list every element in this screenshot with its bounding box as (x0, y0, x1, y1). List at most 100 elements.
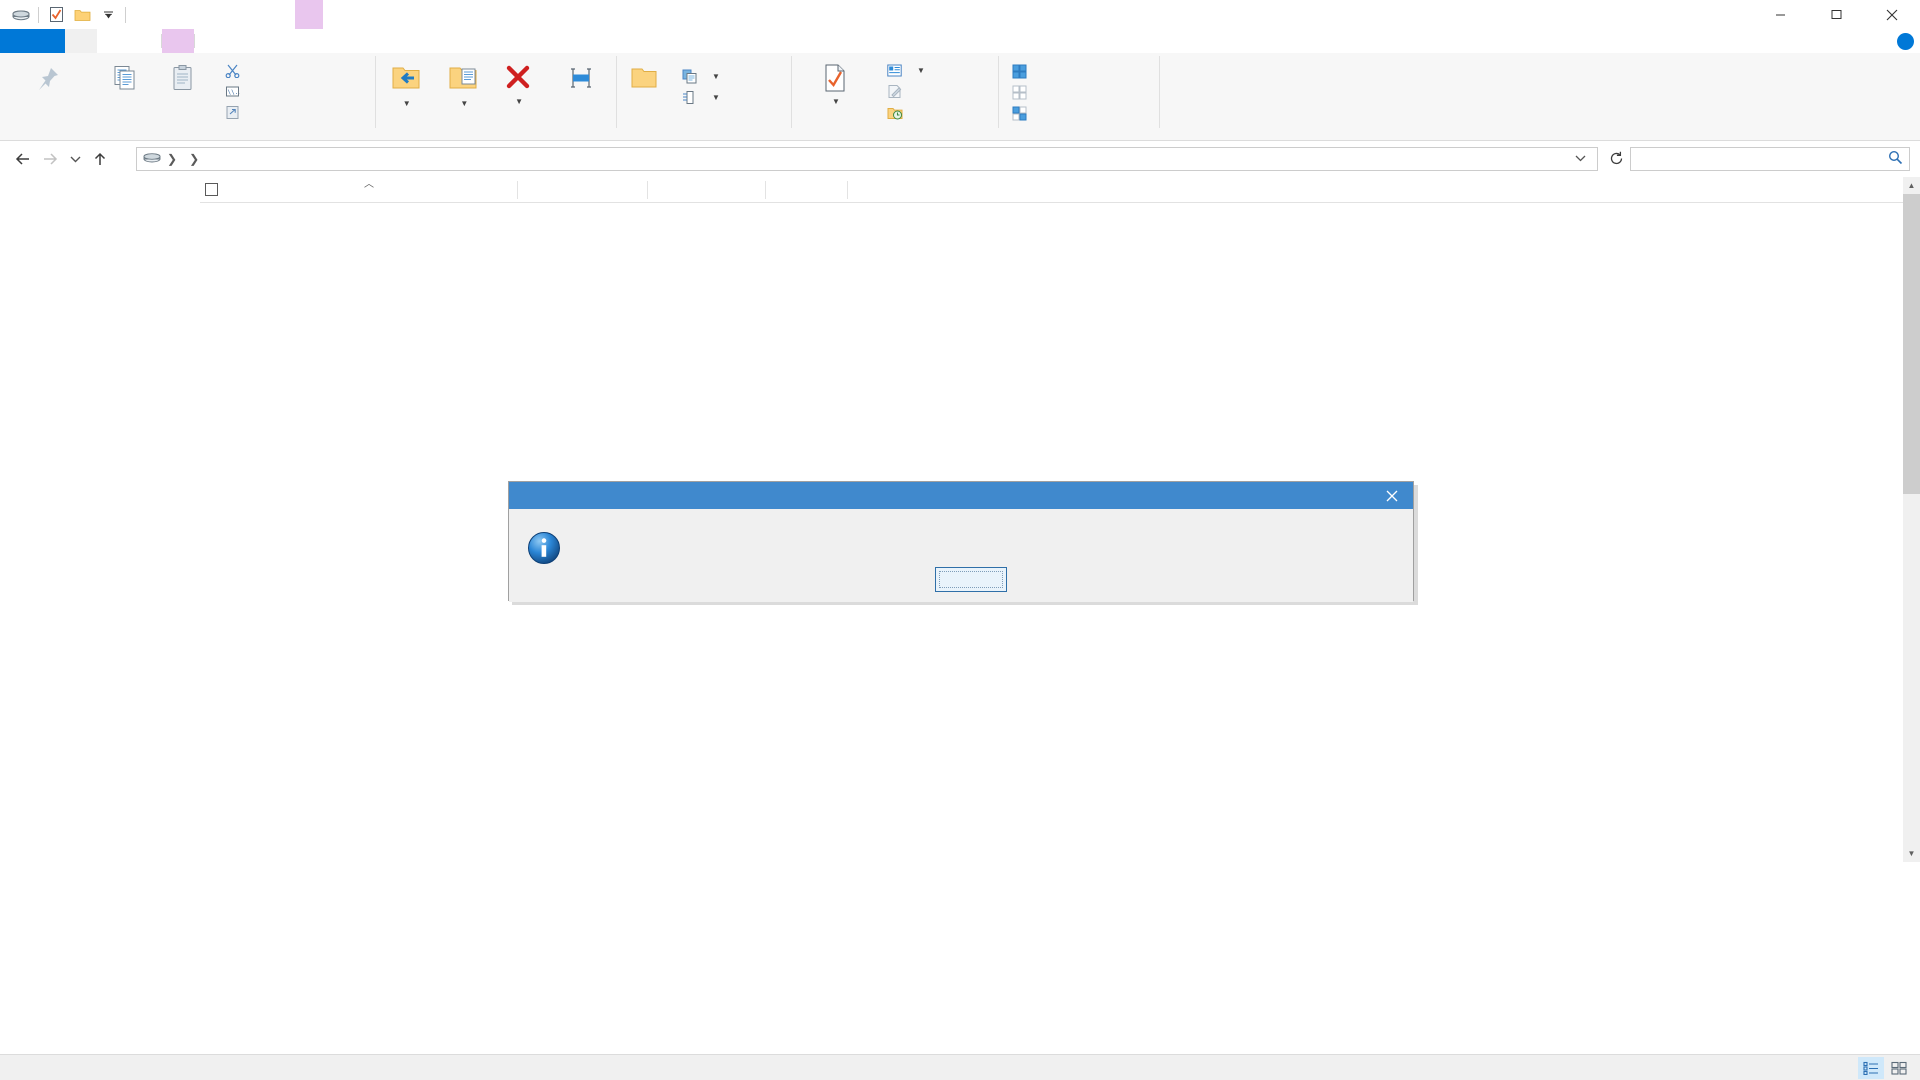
chevron-down-icon-6[interactable]: ▼ (832, 96, 840, 109)
chevron-down-icon-5[interactable]: ▼ (712, 93, 720, 102)
status-bar (0, 1054, 1920, 1080)
customize-caret-icon[interactable] (95, 3, 121, 27)
select-all-button[interactable] (1005, 61, 1040, 82)
search-icon[interactable] (1888, 150, 1903, 169)
invert-selection-button[interactable] (1005, 103, 1040, 124)
breadcrumb-chevron-0[interactable]: ❯ (165, 152, 179, 166)
paste-shortcut-button[interactable] (218, 102, 253, 123)
tab-datei[interactable] (0, 29, 65, 53)
select-none-button[interactable] (1005, 82, 1040, 103)
refresh-button[interactable] (1602, 145, 1630, 173)
vertical-scrollbar[interactable]: ▲ ▼ (1903, 177, 1920, 862)
easy-access-button[interactable]: ▼ (675, 87, 726, 108)
ribbon-right-controls (1887, 29, 1914, 53)
rename-button[interactable] (545, 58, 616, 98)
group-label-neu (617, 125, 791, 141)
paste-button[interactable] (154, 58, 212, 98)
select-all-checkbox[interactable] (200, 177, 222, 203)
up-button[interactable] (86, 145, 114, 173)
new-folder-icon[interactable] (69, 3, 95, 27)
rename-icon (566, 60, 596, 96)
copy-to-icon (447, 60, 479, 96)
copy-to-button[interactable]: ▼ (435, 58, 491, 113)
group-label-organisieren (376, 125, 616, 141)
edit-button[interactable] (880, 81, 931, 102)
copy-to-label-2: ▼ (458, 96, 468, 111)
group-label-oeffnen (792, 125, 998, 141)
dialog-close-button[interactable] (1371, 482, 1413, 509)
paste-shortcut-icon (224, 104, 241, 121)
ribbon-divider-5 (1159, 56, 1160, 128)
context-tab-anwendungstools[interactable] (295, 0, 323, 29)
chevron-down-icon-4[interactable]: ▼ (712, 72, 720, 81)
chevron-down-icon-2[interactable]: ▼ (460, 99, 468, 108)
easy-access-icon (681, 89, 698, 106)
select-none-icon (1011, 84, 1028, 101)
delete-button[interactable]: ▼ (491, 58, 545, 111)
new-folder-icon (629, 60, 659, 96)
large-icons-view-icon[interactable] (1886, 1057, 1912, 1079)
recent-locations-button[interactable] (64, 145, 86, 173)
paste-icon (170, 60, 196, 96)
header-checkbox[interactable] (204, 183, 218, 196)
chevron-down-icon-3[interactable]: ▼ (515, 96, 523, 109)
context-tab-strip (295, 0, 323, 29)
copy-button[interactable] (96, 58, 154, 98)
title-bar (0, 0, 1920, 29)
properties-icon (822, 60, 848, 96)
ribbon-group-oeffnen: ▼ ▼ (792, 53, 998, 141)
cut-button[interactable] (218, 60, 253, 81)
info-icon (527, 531, 561, 565)
properties-button[interactable]: ▼ (792, 58, 878, 111)
forward-button[interactable] (36, 145, 64, 173)
new-item-button[interactable]: ▼ (675, 66, 726, 87)
svg-text:\\..: \\.. (228, 89, 241, 96)
dialog-ok-button[interactable] (935, 567, 1007, 592)
search-input[interactable] (1630, 147, 1910, 171)
drive-icon[interactable] (8, 3, 34, 27)
clipboard-small-buttons: \\.. (218, 58, 253, 123)
open-icon (886, 62, 903, 79)
breadcrumb-drive-icon (143, 151, 161, 168)
properties-check-icon[interactable] (43, 3, 69, 27)
scrollbar-thumb[interactable] (1903, 194, 1920, 494)
ribbon-tab-strip (0, 29, 1920, 53)
scroll-down-arrow[interactable]: ▼ (1903, 845, 1920, 862)
history-button[interactable] (880, 102, 931, 123)
ribbon-group-organisieren: ▼ ▼ ▼ (376, 53, 616, 141)
tab-freigeben[interactable] (97, 29, 129, 53)
dialog-title-bar (509, 482, 1413, 509)
column-header-type[interactable] (648, 177, 766, 203)
column-header-date[interactable] (518, 177, 648, 203)
column-header-size[interactable] (766, 177, 848, 203)
help-icon[interactable] (1897, 32, 1914, 50)
back-button[interactable] (8, 145, 36, 173)
open-button[interactable]: ▼ (880, 60, 931, 81)
tab-verwalten[interactable] (162, 29, 194, 53)
address-input[interactable]: ❯ ❯ (136, 147, 1598, 171)
address-bar: ❯ ❯ (0, 142, 1920, 175)
tab-ansicht[interactable] (129, 29, 161, 53)
copy-path-button[interactable]: \\.. (218, 81, 253, 102)
scroll-up-arrow[interactable]: ▲ (1903, 177, 1920, 194)
navigation-pane[interactable] (0, 177, 196, 862)
address-dropdown-icon[interactable] (1568, 153, 1593, 165)
chevron-down-icon[interactable]: ▼ (403, 99, 411, 108)
close-button[interactable] (1864, 0, 1920, 29)
edit-icon (886, 83, 903, 100)
move-to-button[interactable]: ▼ (376, 58, 435, 113)
scissors-icon (224, 62, 241, 79)
new-folder-button[interactable] (617, 58, 671, 98)
column-header-name[interactable]: ︿ (222, 177, 518, 203)
pin-to-quick-access-button[interactable] (0, 58, 96, 98)
select-small-buttons (1005, 58, 1040, 124)
chevron-down-icon-7[interactable]: ▼ (917, 66, 925, 75)
column-divider-4[interactable] (847, 180, 848, 199)
ribbon-group-zwischenablage: \\.. (0, 53, 375, 141)
breadcrumb-chevron-1[interactable]: ❯ (187, 152, 201, 166)
tab-start[interactable] (65, 29, 97, 53)
maximize-button[interactable] (1808, 0, 1864, 29)
ribbon-group-auswaehlen (999, 53, 1159, 141)
details-view-icon[interactable] (1858, 1056, 1884, 1079)
minimize-button[interactable] (1752, 0, 1808, 29)
